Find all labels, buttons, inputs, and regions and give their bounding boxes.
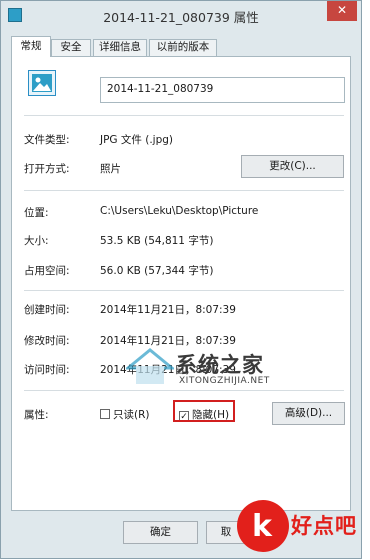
size-on-disk-label: 占用空间: [24,265,70,277]
size-label: 大小: [24,235,49,247]
tab-previous-versions[interactable]: 以前的版本 [149,39,217,56]
accessed-label: 访问时间: [24,364,70,376]
size-value: 53.5 KB (54,811 字节) [100,235,214,247]
file-type-value: JPG 文件 (.jpg) [100,134,174,146]
badge-text: 好点吧 [291,514,357,538]
site-badge: k 好点吧 [237,500,367,555]
tab-general[interactable]: 常规 [11,36,51,57]
tab-security[interactable]: 安全 [51,39,91,56]
badge-logo-icon: k [237,500,289,552]
advanced-button[interactable]: 高级(D)... [272,402,345,425]
open-with-label: 打开方式: [24,163,70,175]
title-bar: 2014-11-21_080739 属性 ✕ [1,1,361,31]
change-button[interactable]: 更改(C)... [241,155,344,178]
separator [24,190,344,191]
badge-letter: k [252,509,272,544]
watermark-url: XITONGZHIJIA.NET [179,376,270,386]
open-with-value: 照片 [100,163,121,175]
file-name-input[interactable]: 2014-11-21_080739 [100,77,345,103]
readonly-checkbox-box[interactable] [100,409,110,419]
watermark-logo-icon [126,348,174,384]
picture-icon [32,74,52,92]
general-panel: 2014-11-21_080739 文件类型: JPG 文件 (.jpg) 打开… [11,56,351,511]
image-file-icon [28,70,56,96]
ok-button[interactable]: 确定 [123,521,198,544]
readonly-label: 只读(R) [113,409,150,421]
tab-details[interactable]: 详细信息 [93,39,147,56]
properties-dialog: 2014-11-21_080739 属性 ✕ 常规 安全 详细信息 以前的版本 … [0,0,362,559]
close-button[interactable]: ✕ [327,1,357,21]
separator [24,115,344,116]
window-title: 2014-11-21_080739 属性 [103,10,259,25]
attributes-label: 属性: [24,409,49,421]
created-value: 2014年11月21日，8:07:39 [100,304,236,316]
location-value: C:\Users\Leku\Desktop\Picture [100,205,259,217]
separator [24,290,344,291]
watermark-text: 系统之家 [176,352,264,377]
size-on-disk-value: 56.0 KB (57,344 字节) [100,265,214,277]
modified-label: 修改时间: [24,335,70,347]
readonly-checkbox[interactable]: 只读(R) [100,407,150,422]
watermark: 系统之家 XITONGZHIJIA.NET [126,346,331,396]
file-type-label: 文件类型: [24,134,70,146]
hidden-highlight-box [173,400,235,422]
location-label: 位置: [24,207,49,219]
created-label: 创建时间: [24,304,70,316]
